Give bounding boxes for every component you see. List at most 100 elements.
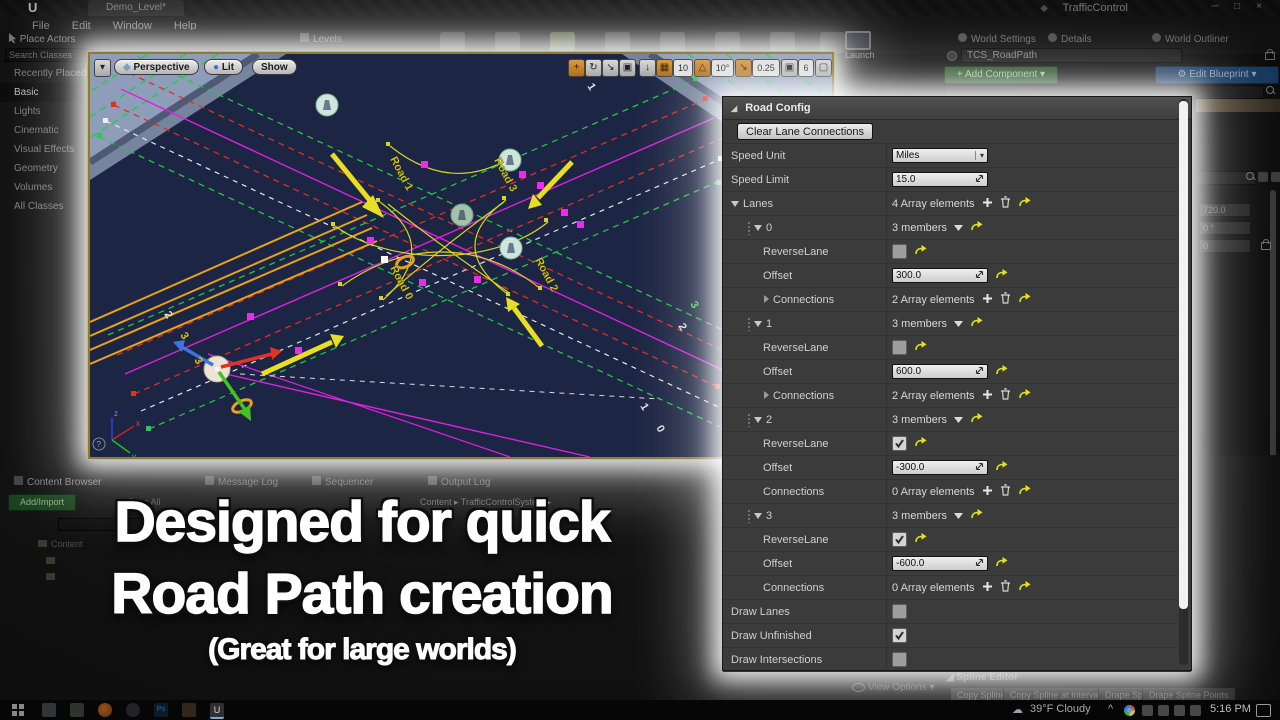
- grid-snap-icon[interactable]: ▦: [656, 59, 673, 77]
- revert-button[interactable]: [914, 245, 927, 258]
- sidebar-item-recently-placed[interactable]: Recently Placed: [0, 64, 88, 83]
- toolbar-ghost-icon[interactable]: [550, 32, 575, 53]
- revert-button[interactable]: [914, 437, 927, 450]
- revert-button[interactable]: [995, 365, 1008, 378]
- eye-icon[interactable]: [1271, 172, 1280, 182]
- rotation-snap-value[interactable]: 10°: [711, 59, 734, 77]
- delete-elements-button[interactable]: [1000, 388, 1011, 403]
- toolbar-ghost-icon[interactable]: [495, 32, 520, 53]
- speed-unit-dropdown[interactable]: Miles ▾: [892, 148, 988, 163]
- taskbar-app-icon[interactable]: [70, 703, 84, 717]
- tab-world-settings[interactable]: World Settings: [958, 33, 1036, 45]
- sidebar-item-cinematic[interactable]: Cinematic: [0, 121, 88, 140]
- start-button[interactable]: [12, 704, 24, 716]
- toolbar-ghost-icon[interactable]: [440, 32, 465, 53]
- maximize-viewport-icon[interactable]: ▢: [815, 59, 832, 77]
- expander-open[interactable]: [754, 510, 762, 522]
- add-element-button[interactable]: [982, 485, 993, 499]
- offset-input[interactable]: 600.0: [892, 364, 988, 379]
- add-element-button[interactable]: [982, 293, 993, 307]
- revert-button[interactable]: [1018, 389, 1031, 402]
- panel-scrollbar-thumb[interactable]: [1179, 101, 1188, 609]
- reverselane-checkbox[interactable]: [892, 244, 907, 259]
- levels-tab[interactable]: Levels: [300, 33, 342, 45]
- scale-tool-icon[interactable]: ↘: [602, 59, 619, 77]
- camera-speed-value[interactable]: 6: [798, 59, 814, 77]
- drag-handle[interactable]: [747, 220, 752, 235]
- view-options-button[interactable]: View Options ▾: [852, 682, 935, 693]
- reverselane-checkbox[interactable]: [892, 532, 907, 547]
- volume-icon[interactable]: [1190, 705, 1201, 716]
- revert-button[interactable]: [970, 317, 983, 330]
- revert-button[interactable]: [995, 557, 1008, 570]
- rotate-tool-icon[interactable]: ↻: [585, 59, 602, 77]
- revert-button[interactable]: [995, 461, 1008, 474]
- lit-button[interactable]: ● Lit: [204, 59, 244, 75]
- toolbar-ghost-icon[interactable]: [820, 32, 845, 53]
- clear-lane-connections-button[interactable]: Clear Lane Connections: [737, 123, 874, 140]
- edit-blueprint-button[interactable]: ⚙ Edit Blueprint ▾: [1155, 66, 1279, 84]
- coord-space-icon[interactable]: ▣: [619, 59, 636, 77]
- members-dropdown[interactable]: [954, 414, 964, 426]
- add-element-button[interactable]: [982, 197, 993, 211]
- lock-icon[interactable]: [1265, 49, 1275, 60]
- level-tab[interactable]: Demo_Level*: [88, 0, 184, 16]
- network-icon[interactable]: [1174, 705, 1185, 716]
- revert-button[interactable]: [995, 269, 1008, 282]
- close-button[interactable]: ×: [1250, 1, 1268, 12]
- tray-icon[interactable]: [1142, 705, 1153, 716]
- add-component-button[interactable]: + Add Component ▾: [944, 66, 1058, 84]
- sidebar-item-basic[interactable]: Basic: [0, 83, 88, 102]
- move-tool-icon[interactable]: +: [568, 59, 585, 77]
- expander-open[interactable]: [754, 318, 762, 330]
- reverselane-checkbox[interactable]: [892, 340, 907, 355]
- delete-elements-button[interactable]: [1000, 292, 1011, 307]
- toolbar-ghost-icon[interactable]: [770, 32, 795, 53]
- notification-icon[interactable]: [1256, 704, 1271, 717]
- weather-text[interactable]: 39°F Cloudy: [1030, 703, 1091, 715]
- selected-component-row[interactable]: [1196, 99, 1280, 112]
- surface-snap-icon[interactable]: ↓: [639, 59, 656, 77]
- members-dropdown[interactable]: [954, 222, 964, 234]
- photoshop-icon[interactable]: Ps: [154, 703, 168, 717]
- firefox-icon[interactable]: [98, 703, 112, 717]
- reverselane-checkbox[interactable]: [892, 436, 907, 451]
- members-dropdown[interactable]: [954, 318, 964, 330]
- expander-open[interactable]: [731, 198, 739, 210]
- sidebar-item-visual-effects[interactable]: Visual Effects: [0, 140, 88, 159]
- component-name-field[interactable]: TCS_RoadPath: [961, 48, 1182, 63]
- toolbar-ghost-icon[interactable]: [660, 32, 685, 53]
- sidebar-item-volumes[interactable]: Volumes: [0, 178, 88, 197]
- sidebar-item-geometry[interactable]: Geometry: [0, 159, 88, 178]
- show-button[interactable]: Show: [252, 59, 297, 75]
- offset-input[interactable]: -300.0: [892, 460, 988, 475]
- members-dropdown[interactable]: [954, 510, 964, 522]
- drag-handle[interactable]: [747, 316, 752, 331]
- toolbar-ghost-icon[interactable]: [715, 32, 740, 53]
- draw-intersections-checkbox[interactable]: [892, 652, 907, 667]
- clock[interactable]: 5:16 PM: [1210, 703, 1251, 715]
- delete-elements-button[interactable]: [1000, 484, 1011, 499]
- tab-world-outliner[interactable]: World Outliner: [1152, 33, 1229, 45]
- expander-closed[interactable]: [763, 294, 769, 306]
- offset-input[interactable]: 300.0: [892, 268, 988, 283]
- maximize-button[interactable]: □: [1228, 1, 1246, 12]
- tray-chevron[interactable]: ^: [1108, 703, 1113, 715]
- component-radio-icon[interactable]: [947, 51, 957, 61]
- unreal-taskbar-icon[interactable]: U: [210, 703, 224, 719]
- road-config-header[interactable]: ◢ Road Config: [723, 97, 1191, 120]
- perspective-button[interactable]: ◈ Perspective: [114, 59, 199, 75]
- revert-button[interactable]: [1018, 197, 1031, 210]
- expander-open[interactable]: [754, 222, 762, 234]
- scale-snap-value[interactable]: 0.25: [752, 59, 780, 77]
- scale-snap-icon[interactable]: ↘: [735, 59, 752, 77]
- grid-snap-value[interactable]: 10: [673, 59, 693, 77]
- draw-lanes-checkbox[interactable]: [892, 604, 907, 619]
- expander-open[interactable]: [754, 414, 762, 426]
- add-element-button[interactable]: [982, 389, 993, 403]
- launch-button[interactable]: Launch: [845, 31, 893, 61]
- revert-button[interactable]: [970, 509, 983, 522]
- search-classes-input[interactable]: [5, 48, 87, 62]
- expander-closed[interactable]: [763, 390, 769, 402]
- revert-button[interactable]: [1018, 581, 1031, 594]
